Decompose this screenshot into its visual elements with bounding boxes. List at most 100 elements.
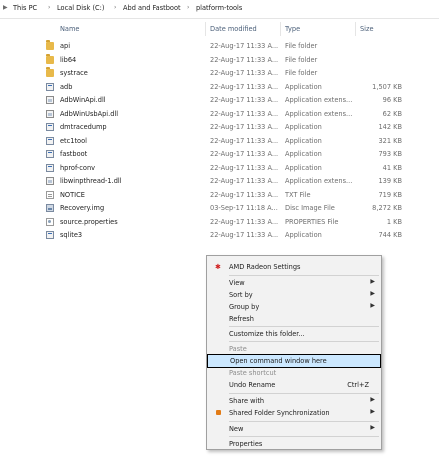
- chevron-right-icon[interactable]: ›: [48, 4, 50, 11]
- file-row[interactable]: lib64 22-Aug-17 11:33 A... File folder: [40, 53, 405, 67]
- file-type: File folder: [285, 69, 318, 77]
- file-type: File folder: [285, 55, 318, 64]
- file-date-modified: 22-Aug-17 11:33 A...: [210, 177, 279, 185]
- file-date-modified: 22-Aug-17 11:33 A...: [210, 42, 279, 50]
- file-row[interactable]: dmtracedump 22-Aug-17 11:33 A... Applicati…: [40, 121, 405, 134]
- file-name: source.properties: [60, 217, 118, 226]
- menu-item-amd-radeon-settings[interactable]: ✱ AMD Radeon Settings: [207, 261, 381, 273]
- column-divider[interactable]: [355, 22, 356, 36]
- menu-item-shared-folder-sync[interactable]: Shared Folder Synchronization ▶: [207, 407, 381, 419]
- application-icon: [46, 123, 54, 131]
- chevron-right-icon[interactable]: ›: [187, 4, 189, 11]
- menu-item-label: AMD Radeon Settings: [229, 263, 301, 271]
- menu-item-label: Group by: [229, 303, 260, 311]
- submenu-arrow-icon: ▶: [370, 408, 375, 415]
- file-row[interactable]: libwinpthread-1.dll 22-Aug-17 11:33 A... A…: [40, 175, 405, 188]
- column-divider[interactable]: [205, 22, 206, 36]
- file-type: Application extens...: [285, 177, 353, 185]
- file-row[interactable]: Recovery.img 03-Sep-17 11:18 A... Disc Ima…: [40, 202, 405, 215]
- chevron-right-icon[interactable]: ▶: [3, 4, 8, 11]
- column-header-name[interactable]: Name: [60, 25, 79, 33]
- menu-item-paste[interactable]: Paste: [207, 343, 381, 355]
- file-name: Recovery.img: [60, 204, 105, 212]
- breadcrumb-local-disk[interactable]: Local Disk (C:): [57, 4, 104, 12]
- file-date-modified: 22-Aug-17 11:33 A...: [210, 82, 279, 91]
- file-name: adb: [60, 82, 73, 91]
- menu-item-customize-folder[interactable]: Customize this folder...: [207, 328, 381, 340]
- menu-item-label: Paste shortcut: [229, 369, 277, 377]
- amd-radeon-icon: ✱: [215, 263, 221, 271]
- dll-icon: [46, 96, 54, 104]
- menu-item-label: Sort by: [229, 291, 253, 299]
- menu-item-group-by[interactable]: Group by ▶: [207, 301, 381, 313]
- file-name: lib64: [60, 55, 77, 64]
- file-row[interactable]: hprof-conv 22-Aug-17 11:33 A... Applicatio…: [40, 162, 405, 175]
- file-name: sqlite3: [60, 231, 83, 239]
- menu-item-label: Shared Folder Synchronization: [229, 409, 330, 417]
- menu-item-refresh[interactable]: Refresh: [207, 313, 381, 325]
- menu-item-label: Open command window here: [230, 357, 327, 365]
- menu-item-undo-rename[interactable]: Undo Rename Ctrl+Z: [207, 379, 381, 391]
- file-name: fastboot: [60, 150, 88, 158]
- file-type: Application extens...: [285, 109, 353, 118]
- menu-separator: [229, 275, 379, 276]
- menu-separator: [229, 436, 379, 437]
- menu-item-view[interactable]: View ▶: [207, 277, 381, 289]
- menu-item-share-with[interactable]: Share with ▶: [207, 395, 381, 407]
- menu-item-label: Refresh: [229, 315, 254, 323]
- file-size: 139 KB: [378, 177, 402, 185]
- file-row[interactable]: systrace 22-Aug-17 11:33 A... File folder: [40, 67, 405, 80]
- column-divider[interactable]: [280, 22, 281, 36]
- file-name: AdbWinApi.dll: [60, 96, 106, 104]
- file-row[interactable]: etc1tool 22-Aug-17 11:33 A... Application 3…: [40, 135, 405, 148]
- file-size: 321 KB: [378, 136, 402, 145]
- file-date-modified: 22-Aug-17 11:33 A...: [210, 150, 279, 158]
- file-size: 8,272 KB: [372, 204, 402, 212]
- file-type: Application: [285, 163, 322, 172]
- submenu-arrow-icon: ▶: [370, 290, 375, 297]
- file-size: 744 KB: [378, 231, 402, 239]
- column-header-type[interactable]: Type: [285, 25, 300, 33]
- file-size: 719 KB: [378, 190, 402, 199]
- file-row[interactable]: api 22-Aug-17 11:33 A... File folder: [40, 40, 405, 53]
- sync-icon: [216, 410, 221, 415]
- folder-icon: [46, 53, 54, 64]
- menu-item-label: Paste: [229, 345, 247, 353]
- file-row[interactable]: source.properties 22-Aug-17 11:33 A... PRO…: [40, 216, 405, 229]
- menu-item-label: Undo Rename: [229, 381, 276, 389]
- column-header-size[interactable]: Size: [360, 25, 374, 33]
- menu-item-label: View: [229, 279, 245, 287]
- file-type: Application: [285, 82, 322, 91]
- chevron-right-icon[interactable]: ›: [114, 4, 116, 11]
- menu-item-open-command-window[interactable]: Open command window here: [207, 354, 381, 368]
- dll-icon: [46, 177, 54, 185]
- file-size: 1 KB: [386, 217, 402, 226]
- breadcrumb-abd-fastboot[interactable]: Abd and Fastboot: [123, 4, 181, 12]
- address-bar[interactable]: ▶ This PC › Local Disk (C:) › Abd and Fa…: [0, 0, 439, 19]
- menu-item-new[interactable]: New ▶: [207, 423, 381, 435]
- breadcrumb-platform-tools[interactable]: platform-tools: [196, 4, 242, 12]
- file-size: 1,507 KB: [372, 82, 402, 91]
- file-row[interactable]: sqlite3 22-Aug-17 11:33 A... Application 74…: [40, 229, 405, 242]
- file-date-modified: 22-Aug-17 11:33 A...: [210, 190, 279, 199]
- menu-item-properties[interactable]: Properties: [207, 438, 381, 450]
- submenu-arrow-icon: ▶: [370, 424, 375, 431]
- file-row[interactable]: AdbWinApi.dll 22-Aug-17 11:33 A... Applica…: [40, 94, 405, 107]
- menu-item-paste-shortcut[interactable]: Paste shortcut: [207, 367, 381, 379]
- column-header-date[interactable]: Date modified: [210, 25, 257, 33]
- menu-separator: [229, 393, 379, 394]
- file-size: 793 KB: [378, 150, 402, 158]
- file-date-modified: 22-Aug-17 11:33 A...: [210, 136, 279, 145]
- menu-item-sort-by[interactable]: Sort by ▶: [207, 289, 381, 301]
- breadcrumb-this-pc[interactable]: This PC: [13, 4, 37, 12]
- file-date-modified: 03-Sep-17 11:18 A...: [210, 204, 278, 212]
- menu-item-label: Properties: [229, 440, 263, 448]
- file-row[interactable]: NOTICE 22-Aug-17 11:33 A... TXT File 719 KB: [40, 189, 405, 202]
- file-row[interactable]: AdbWinUsbApi.dll 22-Aug-17 11:33 A... Appl…: [40, 108, 405, 121]
- file-row[interactable]: fastboot 22-Aug-17 11:33 A... Application 7…: [40, 148, 405, 161]
- menu-separator: [229, 341, 379, 342]
- file-type: PROPERTIES File: [285, 217, 339, 226]
- file-row[interactable]: adb 22-Aug-17 11:33 A... Application 1,507 …: [40, 81, 405, 94]
- menu-item-label: Share with: [229, 397, 265, 405]
- file-type: Application: [285, 123, 322, 131]
